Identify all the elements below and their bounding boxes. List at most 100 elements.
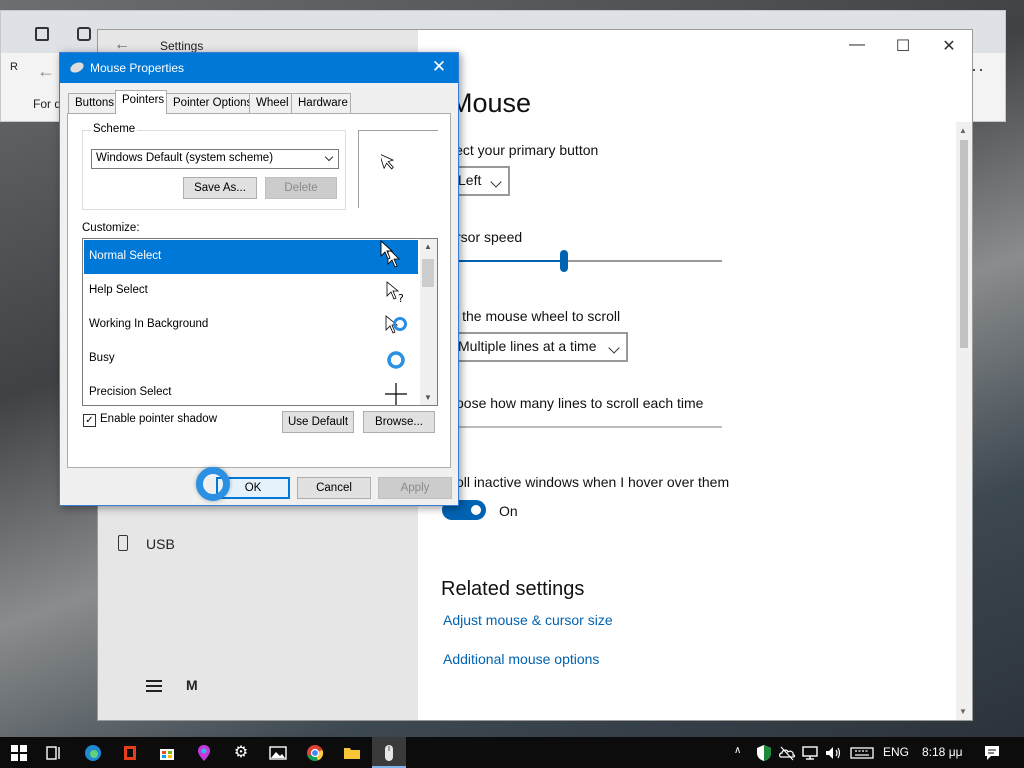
hamburger-menu-icon[interactable] bbox=[146, 680, 162, 692]
browser-back-icon[interactable]: ← bbox=[37, 61, 55, 82]
apply-button[interactable]: Apply bbox=[378, 477, 452, 499]
chevron-down-icon bbox=[490, 176, 502, 188]
inactive-scroll-label: oll inactive windows when I hover over t… bbox=[456, 474, 730, 490]
tab-actions-icon[interactable] bbox=[35, 27, 49, 41]
language-indicator[interactable]: ENG bbox=[883, 745, 909, 759]
maps-icon[interactable] bbox=[195, 744, 213, 762]
mouse-pointer-icon bbox=[380, 240, 394, 260]
list-item-label: Normal Select bbox=[89, 250, 162, 262]
list-item-label: Precision Select bbox=[89, 386, 172, 398]
pointers-tab-panel: Scheme Windows Default (system scheme) S… bbox=[67, 113, 451, 468]
taskbar: ⚙ ∧ ENG 8:18 μμ bbox=[0, 737, 1024, 768]
scroll-mode-value: Multiple lines at a time bbox=[458, 338, 597, 354]
browser-partial-text: For q bbox=[33, 97, 62, 111]
list-item[interactable]: Help Select ? bbox=[84, 274, 418, 308]
scroll-mode-dropdown[interactable]: Multiple lines at a time bbox=[446, 332, 628, 362]
busy-cursor-icon bbox=[387, 351, 405, 369]
usb-icon bbox=[118, 535, 128, 551]
scheme-combobox[interactable]: Windows Default (system scheme) bbox=[91, 149, 339, 169]
security-icon[interactable] bbox=[755, 744, 773, 762]
volume-icon[interactable] bbox=[824, 744, 842, 762]
edge-icon[interactable] bbox=[84, 744, 102, 762]
list-item[interactable]: Working In Background bbox=[84, 308, 418, 342]
windows-start-icon[interactable] bbox=[10, 744, 28, 762]
office-icon[interactable] bbox=[121, 744, 139, 762]
dialog-title: Mouse Properties bbox=[90, 61, 185, 75]
enable-pointer-shadow-label: Enable pointer shadow bbox=[100, 413, 217, 425]
additional-mouse-options-link[interactable]: Additional mouse options bbox=[443, 651, 599, 667]
photos-icon[interactable] bbox=[269, 744, 287, 762]
nav-partial-label: M bbox=[186, 677, 198, 693]
scroll-down-icon[interactable]: ▼ bbox=[424, 393, 432, 402]
dialog-titlebar: Mouse Properties ✕ bbox=[60, 53, 458, 83]
scroll-lines-track[interactable] bbox=[450, 426, 722, 428]
mouse-properties-dialog: Mouse Properties ✕ Buttons Pointers Poin… bbox=[59, 52, 459, 506]
scrollbar-thumb[interactable] bbox=[422, 259, 434, 287]
cursor-list[interactable]: Normal Select Help Select ? Working In B… bbox=[82, 238, 438, 406]
checkmark-icon: ✓ bbox=[85, 415, 94, 426]
close-icon[interactable]: ✕ bbox=[426, 57, 452, 77]
store-icon[interactable] bbox=[158, 744, 176, 762]
save-as-button[interactable]: Save As... bbox=[183, 177, 257, 199]
task-view-icon[interactable] bbox=[45, 744, 63, 762]
tab-pointer-options[interactable]: Pointer Options bbox=[166, 93, 252, 113]
clock[interactable]: 8:18 μμ bbox=[922, 745, 963, 759]
cursor-speed-fill bbox=[450, 260, 564, 262]
cursor-list-scrollbar[interactable]: ▲ ▼ bbox=[420, 239, 437, 405]
cursor-speed-label: rsor speed bbox=[456, 229, 523, 245]
customize-label: Customize: bbox=[82, 222, 140, 234]
minimize-icon[interactable]: — bbox=[842, 36, 872, 54]
toggle-state-label: On bbox=[499, 503, 518, 519]
scheme-group: Scheme Windows Default (system scheme) S… bbox=[82, 123, 346, 210]
enable-pointer-shadow-checkbox[interactable]: ✓ bbox=[83, 414, 96, 427]
scroll-up-icon[interactable]: ▲ bbox=[424, 242, 432, 251]
file-explorer-icon[interactable] bbox=[343, 744, 361, 762]
settings-title: Settings bbox=[160, 39, 204, 53]
scroll-lines-label: oose how many lines to scroll each time bbox=[456, 395, 704, 411]
list-item[interactable]: Busy bbox=[84, 342, 418, 376]
help-cursor-icon: ? bbox=[386, 281, 404, 304]
scroll-up-icon[interactable]: ▲ bbox=[959, 126, 967, 135]
browse-button[interactable]: Browse... bbox=[363, 411, 435, 433]
network-icon[interactable] bbox=[801, 744, 819, 762]
chevron-down-icon bbox=[324, 152, 334, 162]
scrollbar-thumb[interactable] bbox=[960, 140, 968, 348]
list-item[interactable]: Normal Select bbox=[84, 240, 418, 274]
use-default-button[interactable]: Use Default bbox=[282, 411, 354, 433]
tab-pointers[interactable]: Pointers bbox=[115, 90, 167, 114]
working-cursor-icon bbox=[385, 315, 407, 334]
crosshair-cursor-icon bbox=[385, 383, 407, 405]
settings-icon[interactable]: ⚙ bbox=[232, 744, 250, 762]
related-settings-heading: Related settings bbox=[441, 578, 585, 600]
keyboard-icon[interactable] bbox=[850, 744, 874, 762]
maximize-icon[interactable]: ☐ bbox=[888, 36, 918, 56]
list-item-label: Busy bbox=[89, 352, 115, 364]
adjust-mouse-cursor-size-link[interactable]: Adjust mouse & cursor size bbox=[443, 612, 613, 628]
arrow-cursor-icon bbox=[381, 153, 395, 170]
svg-text:?: ? bbox=[398, 292, 404, 304]
mouse-icon bbox=[68, 60, 86, 75]
browser-tab-favicon[interactable] bbox=[77, 27, 91, 41]
chevron-up-icon[interactable]: ∧ bbox=[734, 745, 741, 756]
tab-wheel[interactable]: Wheel bbox=[249, 93, 292, 113]
browser-side-letter: R bbox=[10, 61, 18, 73]
scheme-value: Windows Default (system scheme) bbox=[96, 152, 274, 164]
list-item-label: Help Select bbox=[89, 284, 148, 296]
close-icon[interactable]: ✕ bbox=[934, 36, 964, 56]
notification-icon[interactable] bbox=[983, 744, 1001, 762]
cursor-speed-thumb[interactable] bbox=[560, 250, 568, 272]
onedrive-icon[interactable] bbox=[778, 744, 796, 762]
tab-hardware[interactable]: Hardware bbox=[291, 93, 351, 113]
scroll-down-icon[interactable]: ▼ bbox=[959, 707, 967, 716]
list-item[interactable]: Precision Select bbox=[84, 376, 418, 405]
cancel-button[interactable]: Cancel bbox=[297, 477, 371, 499]
settings-scrollbar[interactable]: ▲ ▼ bbox=[956, 122, 972, 720]
tab-buttons[interactable]: Buttons bbox=[68, 93, 116, 113]
nav-item-usb[interactable]: USB bbox=[146, 536, 175, 552]
scheme-label: Scheme bbox=[91, 123, 138, 135]
chrome-icon[interactable] bbox=[306, 744, 324, 762]
delete-button[interactable]: Delete bbox=[265, 177, 337, 199]
mouse-properties-icon[interactable] bbox=[380, 744, 398, 762]
cursor-preview bbox=[358, 130, 438, 208]
chevron-down-icon bbox=[608, 342, 620, 354]
